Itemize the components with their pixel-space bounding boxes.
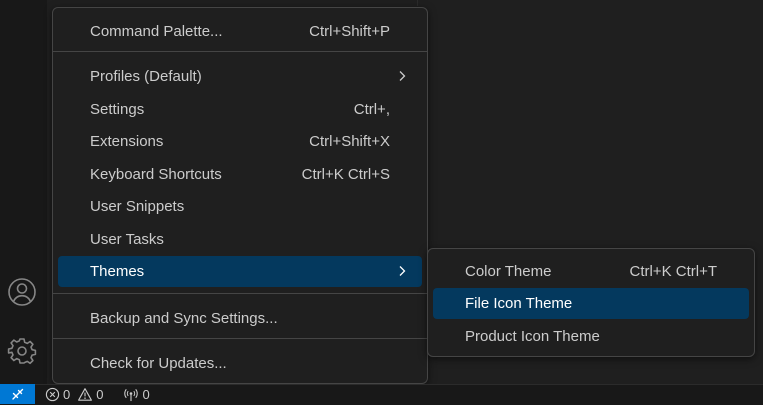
submenu-item-file-icon-theme[interactable]: File Icon Theme [433,288,749,319]
manage-menu: Command Palette... Ctrl+Shift+P Profiles… [52,7,428,384]
menu-item-label: Settings [90,101,145,118]
menu-item-profiles[interactable]: Profiles (Default) [58,61,422,92]
accounts-icon[interactable] [4,274,40,310]
error-icon [45,387,60,402]
menu-item-extensions[interactable]: Extensions Ctrl+Shift+X [58,126,422,157]
menu-item-command-palette[interactable]: Command Palette... Ctrl+Shift+P [58,16,422,47]
menu-item-label: Profiles (Default) [90,68,202,85]
menu-item-user-tasks[interactable]: User Tasks [58,224,422,255]
submenu-item-product-icon-theme[interactable]: Product Icon Theme [433,321,749,352]
ports-indicator[interactable]: 0 [123,385,150,405]
ports-icon [124,389,139,402]
menu-item-label: File Icon Theme [465,295,573,312]
editor-divider [417,0,418,6]
menu-item-themes[interactable]: Themes [58,256,422,287]
menu-item-label: Themes [90,263,145,280]
menu-item-label: Backup and Sync Settings... [90,310,278,327]
error-count: 0 [63,387,71,402]
menu-item-backup-sync[interactable]: Backup and Sync Settings... [58,303,422,334]
menu-item-label: Extensions [90,133,164,150]
chevron-right-icon [399,71,406,81]
warning-count: 0 [96,387,104,402]
menu-separator [53,293,427,294]
menu-item-label: User Tasks [90,231,164,248]
menu-item-shortcut: Ctrl+K Ctrl+T [629,263,717,280]
menu-item-label: Color Theme [465,263,552,280]
problems-indicator[interactable]: 0 0 [45,385,103,405]
menu-item-label: Command Palette... [90,23,223,40]
menu-item-check-updates[interactable]: Check for Updates... [58,348,422,379]
manage-gear-icon[interactable] [4,333,40,369]
remote-indicator[interactable] [0,384,35,404]
menu-item-label: Product Icon Theme [465,328,600,345]
themes-submenu: Color Theme Ctrl+K Ctrl+T File Icon Them… [427,248,755,357]
menu-item-shortcut: Ctrl+Shift+X [309,133,390,150]
chevron-right-icon [399,266,406,276]
menu-item-label: User Snippets [90,198,185,215]
menu-separator [53,338,427,339]
menu-item-shortcut: Ctrl+Shift+P [309,23,390,40]
menu-item-shortcut: Ctrl+K Ctrl+S [301,166,390,183]
ports-count: 0 [142,387,150,402]
menu-separator [53,51,427,52]
menu-item-shortcut: Ctrl+, [353,101,390,118]
activity-bar [0,0,47,384]
remote-icon [11,388,23,400]
menu-item-keyboard-shortcuts[interactable]: Keyboard Shortcuts Ctrl+K Ctrl+S [58,159,422,190]
submenu-item-color-theme[interactable]: Color Theme Ctrl+K Ctrl+T [433,256,749,287]
menu-item-label: Check for Updates... [90,355,227,372]
menu-item-settings[interactable]: Settings Ctrl+, [58,94,422,125]
menu-item-label: Keyboard Shortcuts [90,166,222,183]
menu-item-user-snippets[interactable]: User Snippets [58,191,422,222]
warning-icon [78,388,93,401]
status-bar: 0 0 0 [0,384,763,404]
